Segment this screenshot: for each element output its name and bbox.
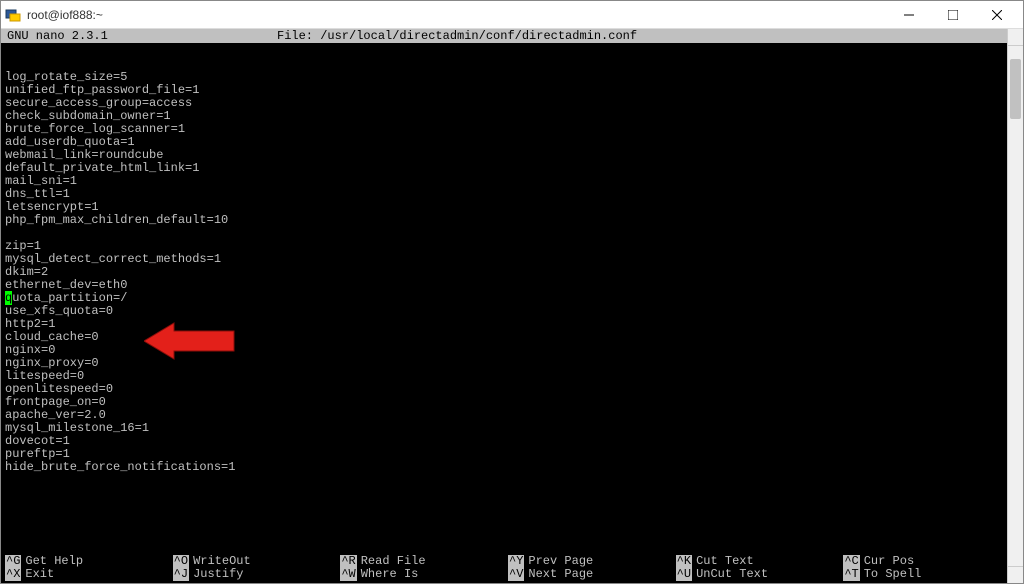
config-line: use_xfs_quota=0 [5, 305, 1003, 318]
nano-footer: ^GGet Help^OWriteOut^RRead File^YPrev Pa… [1, 555, 1007, 583]
config-line: nginx=0 [5, 344, 1003, 357]
shortcut-key: ^X [5, 568, 21, 581]
config-line: dkim=2 [5, 266, 1003, 279]
terminal-window: root@iof888:~ GNU nano 2.3.1 File: /usr/… [0, 0, 1024, 584]
shortcut-key: ^T [843, 568, 859, 581]
config-line: cloud_cache=0 [5, 331, 1003, 344]
config-line: php_fpm_max_children_default=10 [5, 214, 1003, 227]
config-line: litespeed=0 [5, 370, 1003, 383]
config-line: dns_ttl=1 [5, 188, 1003, 201]
config-line: quota_partition=/ [5, 292, 1003, 305]
config-line: dovecot=1 [5, 435, 1003, 448]
config-line: hide_brute_force_notifications=1 [5, 461, 1003, 474]
shortcut-key: ^U [676, 568, 692, 581]
nano-shortcut: ^J Justify [173, 568, 333, 581]
nano-shortcut: ^T To Spell [843, 568, 1003, 581]
config-line: apache_ver=2.0 [5, 409, 1003, 422]
terminal[interactable]: GNU nano 2.3.1 File: /usr/local/directad… [1, 29, 1007, 583]
config-line: default_private_html_link=1 [5, 162, 1003, 175]
nano-body[interactable]: log_rotate_size=5unified_ftp_password_fi… [1, 43, 1007, 476]
shortcut-key: ^W [340, 568, 356, 581]
nano-shortcut: ^X Exit [5, 568, 165, 581]
nano-shortcut: ^V Next Page [508, 568, 668, 581]
shortcut-label: Where Is [361, 568, 419, 581]
config-line: brute_force_log_scanner=1 [5, 123, 1003, 136]
nano-version: GNU nano 2.3.1 [7, 30, 257, 43]
nano-file-label: File: /usr/local/directadmin/conf/direct… [257, 30, 1001, 43]
config-line: mysql_detect_correct_methods=1 [5, 253, 1003, 266]
window-buttons [887, 1, 1019, 29]
minimize-button[interactable] [887, 1, 931, 29]
nano-shortcut: ^U UnCut Text [676, 568, 836, 581]
config-line: nginx_proxy=0 [5, 357, 1003, 370]
nano-header: GNU nano 2.3.1 File: /usr/local/directad… [1, 29, 1007, 43]
vertical-scrollbar[interactable] [1007, 29, 1023, 583]
scroll-thumb[interactable] [1010, 59, 1021, 119]
close-button[interactable] [975, 1, 1019, 29]
config-line [5, 227, 1003, 240]
config-line: mail_sni=1 [5, 175, 1003, 188]
putty-icon [5, 7, 21, 23]
config-line [5, 58, 1003, 71]
shortcut-label: To Spell [864, 568, 922, 581]
titlebar[interactable]: root@iof888:~ [1, 1, 1023, 29]
config-line: frontpage_on=0 [5, 396, 1003, 409]
shortcut-label: Justify [193, 568, 243, 581]
config-line [5, 45, 1003, 58]
terminal-area: GNU nano 2.3.1 File: /usr/local/directad… [1, 29, 1023, 583]
config-line: http2=1 [5, 318, 1003, 331]
window-title: root@iof888:~ [27, 8, 887, 22]
nano-shortcut: ^W Where Is [340, 568, 500, 581]
maximize-button[interactable] [931, 1, 975, 29]
config-line: mysql_milestone_16=1 [5, 422, 1003, 435]
config-line: ethernet_dev=eth0 [5, 279, 1003, 292]
shortcut-label: Next Page [528, 568, 593, 581]
shortcut-key: ^V [508, 568, 524, 581]
shortcut-key: ^J [173, 568, 189, 581]
shortcut-label: Exit [25, 568, 54, 581]
config-line: openlitespeed=0 [5, 383, 1003, 396]
shortcut-label: UnCut Text [696, 568, 768, 581]
